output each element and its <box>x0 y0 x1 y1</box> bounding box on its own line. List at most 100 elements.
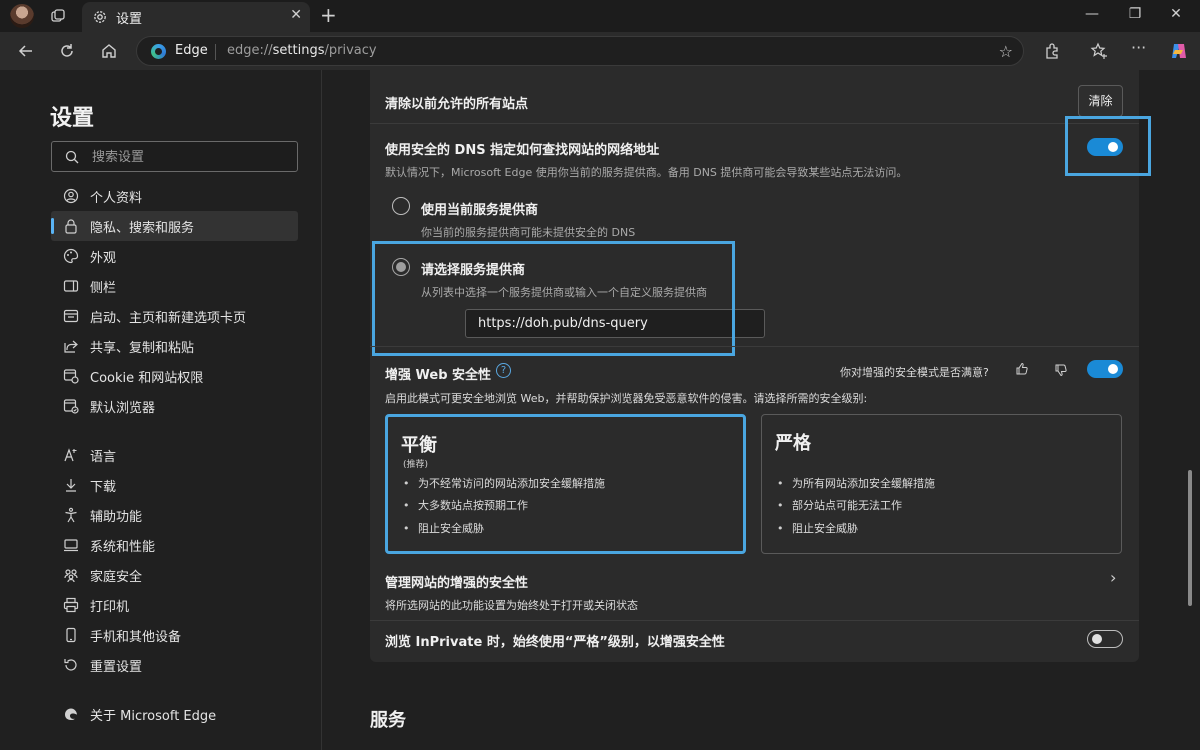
manage-sites-description: 将所选网站的此功能设置为始终处于打开或关闭状态 <box>385 599 638 612</box>
current-provider-label: 使用当前服务提供商 <box>421 203 539 218</box>
enhanced-security-description: 启用此模式可更安全地浏览 Web，并帮助保护浏览器免受恶意软件的侵害。请选择所需… <box>385 392 868 405</box>
favorite-star-icon[interactable]: ☆ <box>999 42 1013 61</box>
copilot-icon[interactable] <box>1169 41 1189 61</box>
favorites-icon[interactable] <box>1090 42 1108 60</box>
sidebar-item-cookies[interactable]: Cookie 和网站权限 <box>51 361 298 391</box>
balanced-recommended: (推荐) <box>403 460 429 470</box>
inprivate-strict-toggle[interactable] <box>1087 630 1123 648</box>
cookie-icon <box>63 369 79 384</box>
address-bar[interactable]: Edge edge://settings/privacy ☆ <box>136 36 1024 66</box>
settings-content: 清除以前允许的所有站点 清除 使用安全的 DNS 指定如何查找网站的网络地址 默… <box>323 70 1200 750</box>
balanced-title: 平衡 <box>401 435 437 456</box>
current-provider-description: 你当前的服务提供商可能未提供安全的 DNS <box>421 226 636 239</box>
download-icon <box>66 479 76 492</box>
feedback-question: 你对增强的安全模式是否满意? <box>840 366 989 379</box>
home-icon[interactable] <box>100 42 118 60</box>
sidebar-item-share[interactable]: 共享、复制和粘贴 <box>51 331 298 361</box>
dns-provider-input[interactable] <box>465 309 765 338</box>
back-icon[interactable] <box>17 42 35 60</box>
settings-sidebar: 设置 个人资料 隐私、搜索和服务 外观 侧栏 启动、主页和新建选项卡页 共享、复… <box>0 70 322 750</box>
radio-choose-provider[interactable] <box>392 258 410 276</box>
divider <box>370 346 1139 347</box>
toggle-knob <box>1108 142 1118 152</box>
enhanced-security-title: 增强 Web 安全性 <box>385 368 492 383</box>
extensions-icon[interactable] <box>1043 42 1061 60</box>
appearance-icon <box>63 248 79 264</box>
choose-provider-label: 请选择服务提供商 <box>421 263 526 278</box>
help-icon[interactable]: ? <box>496 363 511 378</box>
manage-sites-title[interactable]: 管理网站的增强的安全性 <box>385 572 528 591</box>
sidebar-item-startup[interactable]: 启动、主页和新建选项卡页 <box>51 301 298 331</box>
sidebar-item-profiles[interactable]: 个人资料 <box>51 181 298 211</box>
restore-icon[interactable]: ❐ <box>1125 6 1145 22</box>
profile-avatar[interactable] <box>10 4 34 28</box>
strict-title: 严格 <box>775 433 811 454</box>
balanced-bullet: 为不经常访问的网站添加安全缓解措施 <box>403 475 605 491</box>
secure-dns-description: 默认情况下，Microsoft Edge 使用你当前的服务提供商。备用 DNS … <box>385 166 908 179</box>
strict-bullet: 部分站点可能无法工作 <box>777 497 902 513</box>
new-tab-icon[interactable]: + <box>320 4 337 26</box>
search-icon <box>65 150 79 164</box>
inprivate-strict-title: 浏览 InPrivate 时，始终使用“严格”级别，以增强安全性 <box>385 635 725 650</box>
sidebar-item-default-browser[interactable]: 默认浏览器 <box>51 391 298 421</box>
refresh-icon[interactable] <box>58 42 76 60</box>
sidebar-item-phone[interactable]: 手机和其他设备 <box>51 620 298 650</box>
radio-current-provider[interactable] <box>392 197 410 215</box>
browser-toolbar: Edge edge://settings/privacy ☆ ··· <box>0 32 1200 70</box>
printer-icon <box>63 597 79 613</box>
url-text: edge://settings/privacy <box>227 43 377 58</box>
search-box[interactable] <box>51 141 298 172</box>
site-name: Edge <box>175 43 208 58</box>
chevron-right-icon[interactable]: › <box>1110 568 1116 587</box>
enhanced-security-toggle[interactable] <box>1087 360 1123 378</box>
startup-icon <box>63 309 79 323</box>
clear-button[interactable]: 清除 <box>1078 85 1123 117</box>
sidebar-item-printers[interactable]: 打印机 <box>51 590 298 620</box>
gear-icon <box>94 11 106 23</box>
divider <box>370 620 1139 621</box>
divider <box>370 123 1139 124</box>
workspaces-icon[interactable] <box>50 8 66 24</box>
choose-provider-description: 从列表中选择一个服务提供商或输入一个自定义服务提供商 <box>421 286 707 299</box>
close-tab-icon[interactable]: ✕ <box>290 7 302 23</box>
clear-sites-title: 清除以前允许的所有站点 <box>385 97 529 112</box>
tab-strip: 设置 ✕ + — ❐ ✕ <box>0 0 1200 32</box>
more-options-icon[interactable]: ··· <box>1131 38 1149 57</box>
search-input[interactable] <box>92 147 287 167</box>
lock-icon <box>65 219 77 234</box>
toggle-knob <box>1108 364 1118 374</box>
secure-dns-toggle[interactable] <box>1087 138 1123 156</box>
url-separator <box>215 44 216 60</box>
services-section-title: 服务 <box>370 710 406 731</box>
window-close-icon[interactable]: ✕ <box>1166 6 1186 22</box>
sidebar-item-privacy[interactable]: 隐私、搜索和服务 <box>51 211 298 241</box>
sidebar-title: 设置 <box>50 106 95 131</box>
tab-settings[interactable]: 设置 ✕ <box>82 2 310 32</box>
sidebar-item-downloads[interactable]: 下载 <box>51 470 298 500</box>
reset-icon <box>64 659 77 671</box>
family-icon <box>64 569 78 583</box>
sidebar-item-appearance[interactable]: 外观 <box>51 241 298 271</box>
sidebar-item-family[interactable]: 家庭安全 <box>51 560 298 590</box>
strict-level-card[interactable]: 严格 为所有网站添加安全缓解措施 部分站点可能无法工作 阻止安全威胁 <box>761 414 1122 554</box>
phone-icon <box>66 627 76 643</box>
balanced-level-card[interactable]: 平衡 (推荐) 为不经常访问的网站添加安全缓解措施 大多数站点按预期工作 阻止安… <box>385 414 746 554</box>
edge-logo-icon <box>151 44 166 59</box>
strict-bullet: 为所有网站添加安全缓解措施 <box>777 475 935 491</box>
sidebar-item-system[interactable]: 系统和性能 <box>51 530 298 560</box>
minimize-icon[interactable]: — <box>1082 6 1102 22</box>
thumbs-down-icon[interactable] <box>1054 363 1068 377</box>
sidebar-item-accessibility[interactable]: 辅助功能 <box>51 500 298 530</box>
sidebar-item-reset[interactable]: 重置设置 <box>51 650 298 680</box>
security-card: 清除以前允许的所有站点 清除 使用安全的 DNS 指定如何查找网站的网络地址 默… <box>370 70 1151 662</box>
thumbs-up-icon[interactable] <box>1015 362 1029 376</box>
toggle-knob <box>1092 634 1102 644</box>
share-icon <box>64 340 78 353</box>
strict-bullet: 阻止安全威胁 <box>777 520 858 536</box>
profile-icon <box>63 188 79 204</box>
scrollbar-thumb[interactable] <box>1188 470 1192 606</box>
sidebar-item-about[interactable]: 关于 Microsoft Edge <box>51 699 298 729</box>
sidebar-item-sidebar[interactable]: 侧栏 <box>51 271 298 301</box>
sidebar-item-languages[interactable]: 语言 <box>51 440 298 470</box>
accessibility-icon <box>65 507 77 523</box>
